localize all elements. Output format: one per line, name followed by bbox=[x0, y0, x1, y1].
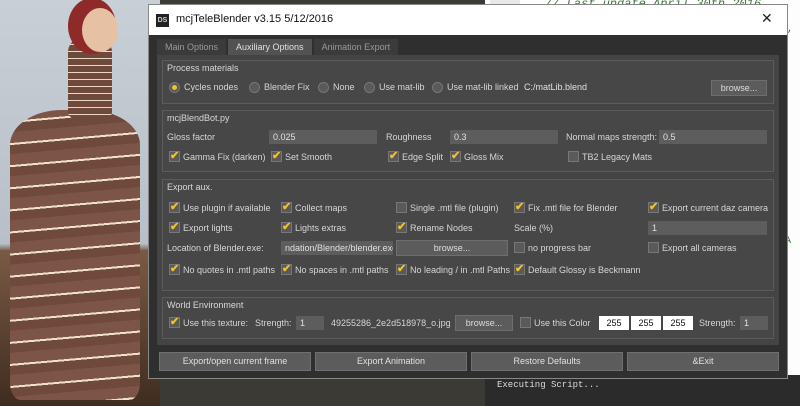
window-title: mcjTeleBlender v3.15 5/12/2016 bbox=[176, 13, 334, 25]
close-icon[interactable]: ✕ bbox=[761, 10, 773, 27]
color-blue-input[interactable]: 255 bbox=[663, 316, 693, 330]
group-title: Export aux. bbox=[167, 182, 213, 192]
checkbox-label: Set Smooth bbox=[285, 152, 333, 162]
single-mtl-checkbox[interactable] bbox=[396, 202, 407, 213]
color-green-input[interactable]: 255 bbox=[631, 316, 661, 330]
title-bar[interactable]: DS mcjTeleBlender v3.15 5/12/2016 ✕ bbox=[149, 5, 787, 35]
normal-maps-strength-input[interactable]: 0.5 bbox=[659, 130, 767, 144]
checkbox-label: Use this Color bbox=[534, 318, 591, 328]
group-title: Process materials bbox=[167, 63, 239, 73]
tab-main-options[interactable]: Main Options bbox=[157, 39, 227, 55]
checkbox-label: Use plugin if available bbox=[183, 203, 271, 213]
process-materials-group: Process materials Cycles nodes Blender F… bbox=[162, 60, 774, 104]
blender-location-input[interactable]: ndation/Blender/blender.exe bbox=[281, 241, 393, 255]
export-animation-button[interactable]: Export Animation bbox=[315, 352, 467, 371]
checkbox-label: Collect maps bbox=[295, 203, 348, 213]
radio-cycles-nodes[interactable] bbox=[169, 82, 180, 93]
checkbox-label: Lights extras bbox=[295, 223, 347, 233]
console-output: Executing Script... bbox=[485, 375, 800, 406]
color-strength-input[interactable]: 1 bbox=[740, 316, 768, 330]
blendbot-group: mcjBlendBot.py Gloss factor 0.025 Roughn… bbox=[162, 110, 774, 172]
checkbox-label: TB2 Legacy Mats bbox=[582, 152, 653, 162]
export-all-cameras-checkbox[interactable] bbox=[648, 242, 659, 253]
exit-button[interactable]: &Exit bbox=[627, 352, 779, 371]
checkbox-label: No leading / in .mtl Paths bbox=[410, 265, 511, 275]
checkbox-label: Export all cameras bbox=[662, 243, 737, 253]
use-texture-checkbox[interactable] bbox=[169, 315, 180, 328]
figure-dress bbox=[10, 110, 140, 400]
radio-label: Use mat-lib bbox=[379, 82, 425, 92]
radio-use-mat-lib-linked[interactable] bbox=[432, 82, 443, 93]
tab-animation-export[interactable]: Animation Export bbox=[313, 39, 399, 55]
color-strength-label: Strength: bbox=[699, 318, 736, 328]
world-environment-group: World Environment Use this texture: Stre… bbox=[162, 297, 774, 339]
group-title: World Environment bbox=[167, 300, 244, 310]
checkbox-label: Gloss Mix bbox=[464, 152, 504, 162]
texture-strength-label: Strength: bbox=[255, 318, 292, 328]
radio-label: Blender Fix bbox=[264, 82, 310, 92]
gloss-mix-checkbox[interactable] bbox=[450, 149, 461, 162]
color-red-input[interactable]: 255 bbox=[599, 316, 629, 330]
checkbox-label: Gamma Fix (darken) bbox=[183, 152, 266, 162]
export-daz-camera-checkbox[interactable] bbox=[648, 200, 659, 213]
group-title: mcjBlendBot.py bbox=[167, 113, 230, 123]
scale-input[interactable]: 1 bbox=[648, 221, 767, 235]
app-icon: DS bbox=[156, 14, 169, 27]
checkbox-label: Default Glossy is Beckmann bbox=[528, 265, 641, 275]
radio-blender-fix[interactable] bbox=[249, 82, 260, 93]
blender-location-label: Location of Blender.exe: bbox=[167, 243, 264, 253]
gloss-factor-input[interactable]: 0.025 bbox=[269, 130, 377, 144]
tb2-legacy-mats-checkbox[interactable] bbox=[568, 151, 579, 162]
figure-head bbox=[82, 8, 118, 52]
checkbox-label: No quotes in .mtl paths bbox=[183, 265, 276, 275]
rename-nodes-checkbox[interactable] bbox=[396, 220, 407, 233]
auxiliary-options-panel: Process materials Cycles nodes Blender F… bbox=[157, 55, 779, 345]
texture-file-name: 49255286_2e2d518978_o.jpg bbox=[331, 318, 451, 328]
normal-maps-strength-label: Normal maps strength: bbox=[566, 132, 658, 142]
roughness-label: Roughness bbox=[386, 132, 432, 142]
no-leading-slash-checkbox[interactable] bbox=[396, 262, 407, 275]
scale-label: Scale (%) bbox=[514, 223, 554, 233]
checkbox-label: Edge Split bbox=[402, 152, 444, 162]
gloss-factor-label: Gloss factor bbox=[167, 132, 216, 142]
use-color-checkbox[interactable] bbox=[520, 317, 531, 328]
default-glossy-beckmann-checkbox[interactable] bbox=[514, 262, 525, 275]
collect-maps-checkbox[interactable] bbox=[281, 200, 292, 213]
blender-browse-button[interactable]: browse... bbox=[396, 240, 508, 256]
checkbox-label: Export current daz camera bbox=[662, 203, 769, 213]
no-progress-bar-checkbox[interactable] bbox=[514, 242, 525, 253]
matlib-path-field[interactable]: C:/matLib.blend bbox=[520, 80, 710, 94]
gamma-fix-checkbox[interactable] bbox=[169, 149, 180, 162]
no-quotes-checkbox[interactable] bbox=[169, 262, 180, 275]
checkbox-label: Export lights bbox=[183, 223, 233, 233]
mcjteleblender-window: DS mcjTeleBlender v3.15 5/12/2016 ✕ Main… bbox=[148, 4, 788, 379]
roughness-input[interactable]: 0.3 bbox=[450, 130, 558, 144]
radio-use-mat-lib[interactable] bbox=[364, 82, 375, 93]
checkbox-label: Rename Nodes bbox=[410, 223, 473, 233]
checkbox-label: No spaces in .mtl paths bbox=[295, 265, 389, 275]
lights-extras-checkbox[interactable] bbox=[281, 220, 292, 233]
texture-browse-button[interactable]: browse... bbox=[455, 315, 513, 331]
set-smooth-checkbox[interactable] bbox=[271, 149, 282, 162]
export-aux-group: Export aux. Use plugin if available Coll… bbox=[162, 179, 774, 291]
tab-bar: Main Options Auxiliary Options Animation… bbox=[157, 39, 399, 55]
use-plugin-checkbox[interactable] bbox=[169, 200, 180, 213]
checkbox-label: Single .mtl file (plugin) bbox=[410, 203, 499, 213]
radio-label: Cycles nodes bbox=[184, 82, 239, 92]
restore-defaults-button[interactable]: Restore Defaults bbox=[471, 352, 623, 371]
no-spaces-checkbox[interactable] bbox=[281, 262, 292, 275]
radio-label: None bbox=[333, 82, 355, 92]
texture-strength-input[interactable]: 1 bbox=[296, 316, 324, 330]
export-lights-checkbox[interactable] bbox=[169, 220, 180, 233]
checkbox-label: no progress bar bbox=[528, 243, 592, 253]
checkbox-label: Fix .mtl file for Blender bbox=[528, 203, 618, 213]
matlib-browse-button[interactable]: browse... bbox=[711, 80, 767, 96]
export-open-current-frame-button[interactable]: Export/open current frame bbox=[159, 352, 311, 371]
edge-split-checkbox[interactable] bbox=[388, 149, 399, 162]
checkbox-label: Use this texture: bbox=[183, 318, 249, 328]
fix-mtl-checkbox[interactable] bbox=[514, 200, 525, 213]
tab-auxiliary-options[interactable]: Auxiliary Options bbox=[228, 39, 312, 55]
radio-label: Use mat-lib linked bbox=[447, 82, 519, 92]
radio-none[interactable] bbox=[318, 82, 329, 93]
